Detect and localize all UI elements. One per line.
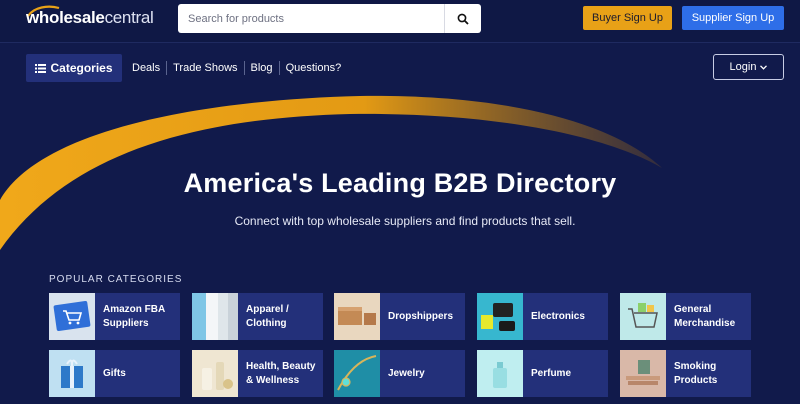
- category-label: Merchandise: [674, 317, 736, 329]
- jewelry-thumbnail: [334, 350, 380, 397]
- menu-icon: [35, 63, 47, 73]
- health-beauty-thumbnail: [192, 350, 238, 397]
- nav-link-trade-shows[interactable]: Trade Shows: [167, 62, 243, 74]
- login-label: Login: [729, 61, 757, 73]
- category-card-health-beauty[interactable]: Health, Beauty & Wellness: [192, 350, 323, 397]
- apparel-thumbnail: [192, 293, 238, 340]
- category-label: Health, Beauty: [246, 360, 316, 372]
- general-merchandise-thumbnail: [620, 293, 666, 340]
- category-label: General: [674, 303, 712, 315]
- nav-link-blog[interactable]: Blog: [245, 62, 279, 74]
- nav-link-deals[interactable]: Deals: [126, 62, 166, 74]
- category-label: Jewelry: [388, 367, 425, 379]
- category-label: Suppliers: [103, 317, 149, 329]
- nav-link-questions[interactable]: Questions?: [280, 62, 348, 74]
- amazon-fba-thumbnail: [49, 293, 95, 340]
- supplier-signup-button[interactable]: Supplier Sign Up: [682, 6, 784, 30]
- category-label: Smoking: [674, 360, 717, 372]
- category-card-perfume[interactable]: Perfume: [477, 350, 608, 397]
- buyer-signup-button[interactable]: Buyer Sign Up: [583, 6, 672, 30]
- top-header: wholesalecentral Buyer Sign Up Supplier …: [0, 0, 800, 43]
- gifts-thumbnail: [49, 350, 95, 397]
- category-label: Clothing: [246, 317, 287, 329]
- hero-title: America's Leading B2B Directory: [183, 168, 617, 198]
- logo-text-bold: wholesale: [26, 8, 105, 27]
- category-card-electronics[interactable]: Electronics: [477, 293, 608, 340]
- category-label: & Wellness: [246, 374, 300, 386]
- category-label: Gifts: [103, 367, 126, 379]
- category-label: Apparel /: [246, 303, 289, 315]
- search-input[interactable]: [178, 4, 444, 33]
- categories-button[interactable]: Categories: [26, 54, 122, 82]
- chevron-down-icon: [760, 64, 768, 70]
- category-card-general-merchandise[interactable]: General Merchandise: [620, 293, 751, 340]
- search-bar: [178, 4, 481, 33]
- dropshippers-thumbnail: [334, 293, 380, 340]
- category-card-dropshippers[interactable]: Dropshippers: [334, 293, 465, 340]
- category-card-gifts[interactable]: Gifts: [49, 350, 180, 397]
- category-card-smoking-products[interactable]: Smoking Products: [620, 350, 751, 397]
- category-label: Amazon FBA: [103, 303, 166, 315]
- logo-text-light: central: [104, 8, 154, 27]
- popular-categories-heading: POPULAR CATEGORIES: [49, 274, 183, 285]
- category-card-jewelry[interactable]: Jewelry: [334, 350, 465, 397]
- category-card-apparel[interactable]: Apparel / Clothing: [192, 293, 323, 340]
- login-button[interactable]: Login: [713, 54, 784, 80]
- category-label: Electronics: [531, 310, 585, 322]
- perfume-thumbnail: [477, 350, 523, 397]
- smoking-products-thumbnail: [620, 350, 666, 397]
- category-label: Dropshippers: [388, 310, 454, 322]
- hero-subtitle: Connect with top wholesale suppliers and…: [234, 214, 576, 228]
- categories-label: Categories: [50, 61, 113, 75]
- main-nav: Deals Trade Shows Blog Questions?: [126, 61, 347, 75]
- search-button[interactable]: [445, 4, 481, 33]
- category-label: Products: [674, 374, 718, 386]
- electronics-thumbnail: [477, 293, 523, 340]
- search-icon: [457, 13, 469, 25]
- category-label: Perfume: [531, 367, 572, 379]
- category-card-amazon-fba[interactable]: Amazon FBA Suppliers: [49, 293, 180, 340]
- site-logo[interactable]: wholesalecentral: [26, 8, 154, 28]
